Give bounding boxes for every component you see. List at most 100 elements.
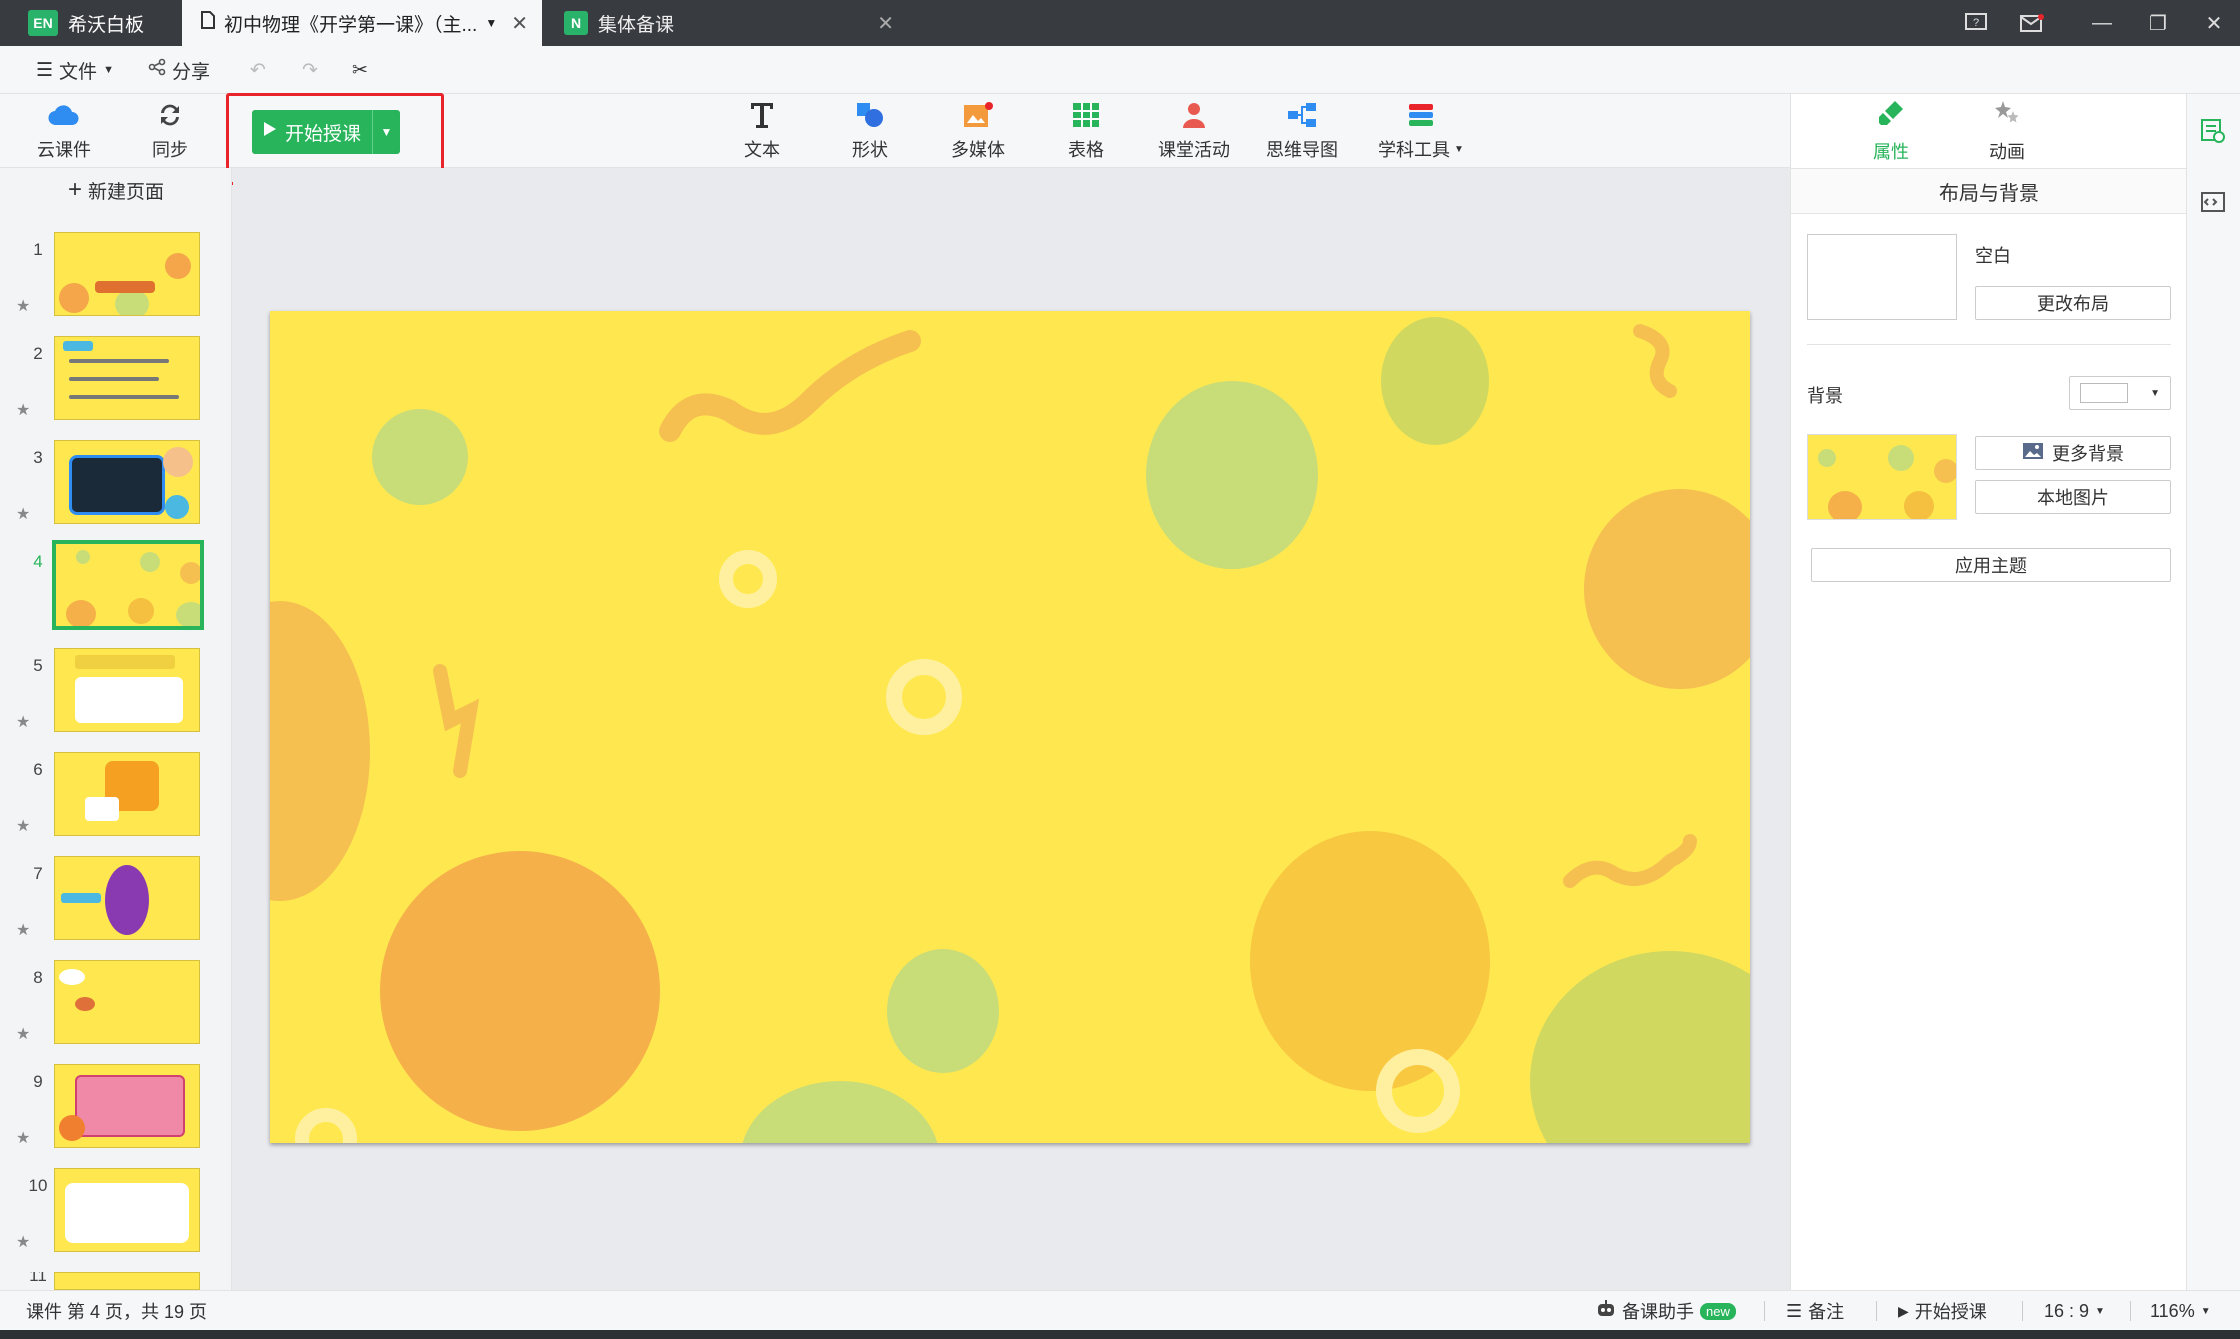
classroom-activity-tool[interactable]: 课堂活动 [1144,94,1244,168]
thumbnail-item[interactable]: 11 [0,1272,232,1290]
notes-button[interactable]: ☰ 备注 [1786,1291,1844,1331]
zoom-selector[interactable]: 116% ▼ [2150,1291,2211,1331]
layout-preview[interactable] [1807,234,1957,320]
slide-thumbnail[interactable] [54,232,200,316]
slide-background-art [270,311,1750,1143]
document-tab-title: 初中物理《开学第一课》（主... [224,14,478,36]
star-icon[interactable]: ★ [16,712,30,732]
undo-icon[interactable]: ↶ [250,46,266,94]
scissors-icon[interactable]: ✂ [352,46,368,94]
shape-tool[interactable]: 形状 [820,94,920,168]
star-icon[interactable]: ★ [16,920,30,940]
close-icon[interactable]: ✕ [511,11,528,36]
restore-icon[interactable]: ❐ [2130,0,2186,46]
cloud-courseware-button[interactable]: 云课件 [14,94,114,168]
notes-icon: ☰ [1786,1300,1803,1321]
caret-down-icon[interactable]: ▼ [485,16,497,30]
table-icon [1072,100,1100,130]
tab-animation-label: 动画 [1989,141,2025,162]
mindmap-tool[interactable]: 思维导图 [1252,94,1352,168]
cloud-icon [47,100,81,130]
slide-canvas[interactable] [270,311,1750,1143]
table-tool[interactable]: 表格 [1036,94,1136,168]
start-teaching-status-button[interactable]: ▶ 开始授课 [1898,1291,1987,1331]
new-page-button[interactable]: + 新建页面 [0,168,232,212]
media-tool-label: 多媒体 [951,140,1005,160]
slide-thumbnail[interactable] [54,1272,200,1290]
slide-thumbnail[interactable] [54,856,200,940]
thumbnail-item[interactable]: 3 ★ [0,440,232,545]
thumbnail-item[interactable]: 6 ★ [0,752,232,857]
slide-thumbnail[interactable] [54,440,200,524]
slide-thumbnail[interactable] [54,960,200,1044]
shape-tool-label: 形状 [852,140,888,160]
star-icon[interactable]: ★ [16,816,30,836]
close-icon[interactable]: ✕ [877,11,894,36]
thumbnail-item[interactable]: 10 ★ [0,1168,232,1273]
tab-animation[interactable]: 动画 [1947,94,2067,168]
text-tool[interactable]: 文本 [712,94,812,168]
page-number: 6 [33,760,43,779]
page-info: 课件 第 4 页，共 19 页 [26,1302,208,1322]
close-window-icon[interactable]: ✕ [2186,0,2240,46]
background-label: 背景 [1807,386,1843,406]
properties-panel-icon[interactable] [2200,118,2226,149]
tab-properties-label: 属性 [1873,141,1909,162]
file-menu[interactable]: ☰ 文件 ▼ [36,46,114,94]
media-tool[interactable]: 多媒体 [928,94,1028,168]
star-icon[interactable]: ★ [16,296,30,316]
star-icon[interactable]: ★ [16,400,30,420]
sync-button[interactable]: 同步 [120,94,220,168]
tab-properties[interactable]: 属性 [1831,94,1951,168]
thumbnail-item[interactable]: 9 ★ [0,1064,232,1169]
aspect-ratio-selector[interactable]: 16 : 9 ▼ [2044,1291,2105,1331]
document-tab[interactable]: 初中物理《开学第一课》（主... ▼ ✕ [182,0,542,46]
slide-thumbnail-selected[interactable] [52,540,204,630]
thumbnail-item[interactable]: 8 ★ [0,960,232,1065]
menu-bar: ☰ 文件 ▼ 分享 ↶ ↷ ✂ [0,46,2240,94]
background-preview[interactable] [1807,434,1957,520]
redo-icon[interactable]: ↷ [302,46,318,94]
minimize-icon[interactable]: — [2074,0,2130,46]
divider [1807,344,2171,345]
subject-tools-label: 学科工具 [1378,140,1451,160]
play-icon: ▶ [1898,1302,1909,1319]
file-menu-label: 文件 [59,61,98,83]
star-icon[interactable]: ★ [16,1128,30,1148]
stars-icon [1993,99,2021,132]
thumbnail-item-selected[interactable]: 4 [0,540,232,649]
thumbnail-item[interactable]: 1 ★ [0,232,232,337]
subject-tools[interactable]: 学科工具 ▼ [1366,94,1476,168]
zoom-value: 116% [2150,1300,2195,1321]
local-image-button[interactable]: 本地图片 [1975,480,2171,514]
change-layout-button[interactable]: 更改布局 [1975,286,2171,320]
slide-thumbnail[interactable] [54,336,200,420]
share-button[interactable]: 分享 [148,46,210,94]
star-icon[interactable]: ★ [16,1232,30,1252]
slide-thumbnail[interactable] [54,1064,200,1148]
help-icon[interactable]: ? [1948,0,2004,46]
layout-name: 空白 [1975,246,2011,266]
app-tab[interactable]: EN 希沃白板 [0,0,180,46]
slide-thumbnail[interactable] [54,1168,200,1252]
divider [1764,1301,1765,1321]
mindmap-icon [1287,100,1317,130]
media-icon [962,100,994,130]
apply-theme-button[interactable]: 应用主题 [1811,548,2171,582]
thumbnail-item[interactable]: 7 ★ [0,856,232,961]
mail-icon[interactable] [2004,0,2060,46]
page-number: 11 [29,1272,47,1285]
thumbnail-item[interactable]: 2 ★ [0,336,232,441]
collective-prep-tab[interactable]: N 集体备课 ✕ [556,0,906,46]
prep-tab-title: 集体备课 [598,14,675,36]
star-icon[interactable]: ★ [16,504,30,524]
slide-thumbnail[interactable] [54,648,200,732]
star-icon[interactable]: ★ [16,1024,30,1044]
page-number: 8 [33,968,43,987]
thumbnail-item[interactable]: 5 ★ [0,648,232,753]
slide-thumbnail[interactable] [54,752,200,836]
background-color-picker[interactable]: ▼ [2069,376,2171,410]
more-background-button[interactable]: 更多背景 [1975,436,2171,470]
prep-assistant-button[interactable]: 备课助手 new [1596,1291,1736,1331]
code-panel-icon[interactable] [2200,190,2226,219]
